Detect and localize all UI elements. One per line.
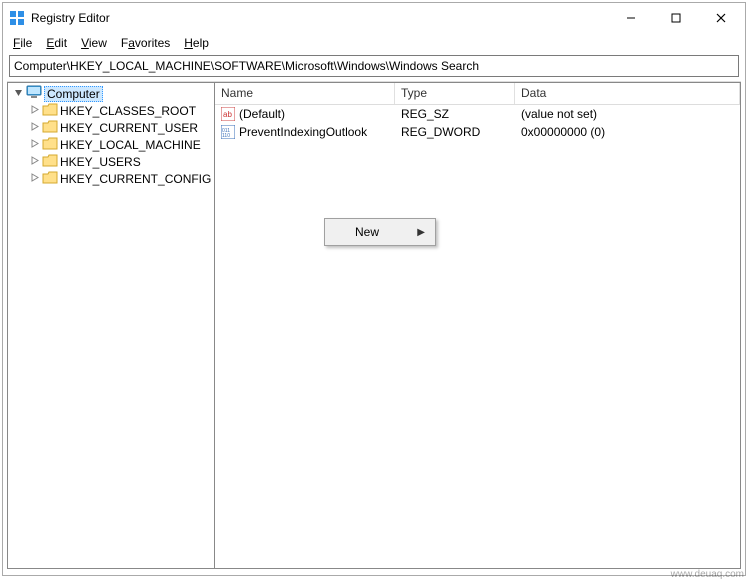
- col-header-data[interactable]: Data: [515, 83, 740, 104]
- menu-view[interactable]: View: [75, 35, 113, 51]
- expand-icon[interactable]: [28, 156, 40, 168]
- tree-key-hkcc[interactable]: HKEY_CURRENT_CONFIG: [8, 170, 214, 187]
- tree-key-hku[interactable]: HKEY_USERS: [8, 153, 214, 170]
- col-header-type[interactable]: Type: [395, 83, 515, 104]
- svg-text:110: 110: [222, 133, 230, 139]
- value-name: (Default): [239, 107, 285, 121]
- context-menu[interactable]: New ▶: [324, 218, 436, 246]
- window-controls: [608, 4, 743, 32]
- value-data: 0x00000000 (0): [515, 125, 740, 139]
- context-menu-new[interactable]: New ▶: [327, 221, 433, 243]
- watermark: www.deuaq.com: [671, 569, 744, 580]
- value-name: PreventIndexingOutlook: [239, 125, 367, 139]
- col-header-name[interactable]: Name: [215, 83, 395, 104]
- maximize-button[interactable]: [653, 4, 698, 32]
- menu-help[interactable]: Help: [178, 35, 215, 51]
- menu-file[interactable]: File: [7, 35, 38, 51]
- tree-key-label: HKEY_CURRENT_USER: [60, 121, 198, 135]
- expand-icon[interactable]: [28, 122, 40, 134]
- tree-key-label: HKEY_CLASSES_ROOT: [60, 104, 196, 118]
- menu-favorites[interactable]: Favorites: [115, 35, 176, 51]
- window-title: Registry Editor: [31, 11, 608, 25]
- close-button[interactable]: [698, 4, 743, 32]
- folder-icon: [42, 103, 58, 119]
- address-path: Computer\HKEY_LOCAL_MACHINE\SOFTWARE\Mic…: [14, 59, 479, 73]
- tree-key-hkcu[interactable]: HKEY_CURRENT_USER: [8, 119, 214, 136]
- string-value-icon: ab: [221, 107, 235, 121]
- tree-root[interactable]: Computer: [8, 85, 214, 102]
- expand-icon[interactable]: [28, 105, 40, 117]
- list-header: Name Type Data: [215, 83, 740, 105]
- menu-edit[interactable]: Edit: [40, 35, 73, 51]
- minimize-button[interactable]: [608, 4, 653, 32]
- value-row[interactable]: 011110 PreventIndexingOutlook REG_DWORD …: [215, 123, 740, 141]
- registry-editor-window: Registry Editor File Edit View Favorites…: [2, 2, 746, 576]
- tree-root-label[interactable]: Computer: [44, 86, 103, 102]
- menubar: File Edit View Favorites Help: [3, 33, 745, 53]
- list-rows: ab (Default) REG_SZ (value not set) 0111…: [215, 105, 740, 568]
- submenu-arrow-icon: ▶: [417, 227, 425, 238]
- values-panel[interactable]: Name Type Data ab (Default) REG_SZ (valu…: [215, 82, 741, 569]
- expand-icon[interactable]: [28, 173, 40, 185]
- value-type: REG_DWORD: [395, 125, 515, 139]
- tree-panel[interactable]: Computer HKEY_CLASSES_ROOT HKEY_CURRENT_…: [7, 82, 215, 569]
- tree-key-label: HKEY_CURRENT_CONFIG: [60, 172, 211, 186]
- tree-key-label: HKEY_USERS: [60, 155, 141, 169]
- binary-value-icon: 011110: [221, 125, 235, 139]
- titlebar: Registry Editor: [3, 3, 745, 33]
- expand-icon[interactable]: [28, 139, 40, 151]
- value-data: (value not set): [515, 107, 740, 121]
- content-area: Computer HKEY_CLASSES_ROOT HKEY_CURRENT_…: [7, 81, 741, 569]
- folder-icon: [42, 137, 58, 153]
- folder-icon: [42, 171, 58, 187]
- context-menu-new-label: New: [355, 225, 379, 239]
- app-icon: [9, 10, 25, 26]
- folder-icon: [42, 154, 58, 170]
- collapse-icon[interactable]: [12, 88, 24, 100]
- value-type: REG_SZ: [395, 107, 515, 121]
- tree-key-hklm[interactable]: HKEY_LOCAL_MACHINE: [8, 136, 214, 153]
- address-bar[interactable]: Computer\HKEY_LOCAL_MACHINE\SOFTWARE\Mic…: [9, 55, 739, 77]
- computer-icon: [26, 85, 42, 102]
- tree-key-label: HKEY_LOCAL_MACHINE: [60, 138, 201, 152]
- value-row[interactable]: ab (Default) REG_SZ (value not set): [215, 105, 740, 123]
- svg-text:ab: ab: [223, 110, 232, 119]
- folder-icon: [42, 120, 58, 136]
- tree-key-hkcr[interactable]: HKEY_CLASSES_ROOT: [8, 102, 214, 119]
